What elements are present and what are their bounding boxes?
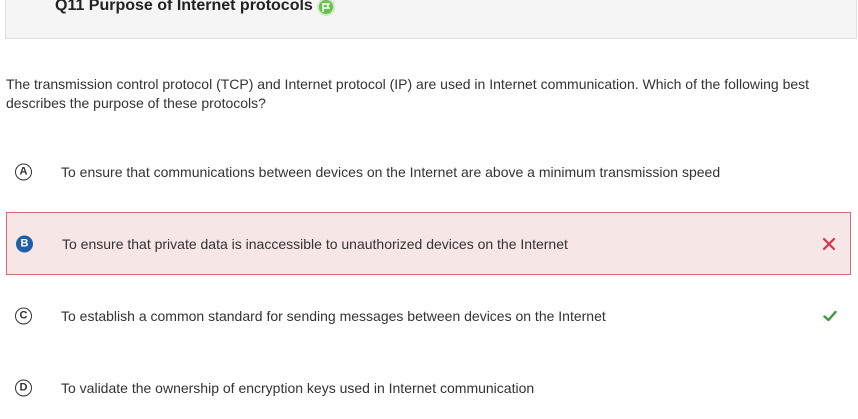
question-header: Q11 Purpose of Internet protocols	[5, 0, 857, 39]
flag-icon[interactable]	[317, 0, 335, 16]
choice-a[interactable]: A To ensure that communications between …	[6, 140, 851, 203]
question-text: The transmission control protocol (TCP) …	[6, 76, 810, 111]
choice-b[interactable]: B To ensure that private data is inacces…	[6, 212, 851, 275]
choice-letter-b: B	[16, 235, 33, 252]
question-title: Q11 Purpose of Internet protocols	[55, 0, 313, 14]
choice-letter-c: C	[15, 307, 32, 324]
choice-letter-d: D	[15, 379, 32, 396]
choice-c[interactable]: C To establish a common standard for sen…	[6, 284, 851, 347]
check-icon	[823, 310, 837, 321]
x-icon	[822, 237, 836, 250]
choice-d[interactable]: D To validate the ownership of encryptio…	[6, 356, 851, 419]
choice-a-text: To ensure that communications between de…	[61, 163, 721, 180]
choice-letter-a: A	[15, 163, 32, 180]
choice-b-text: To ensure that private data is inaccessi…	[62, 235, 568, 252]
choice-d-text: To validate the ownership of encryption …	[61, 379, 535, 396]
choice-c-text: To establish a common standard for sendi…	[61, 307, 606, 324]
